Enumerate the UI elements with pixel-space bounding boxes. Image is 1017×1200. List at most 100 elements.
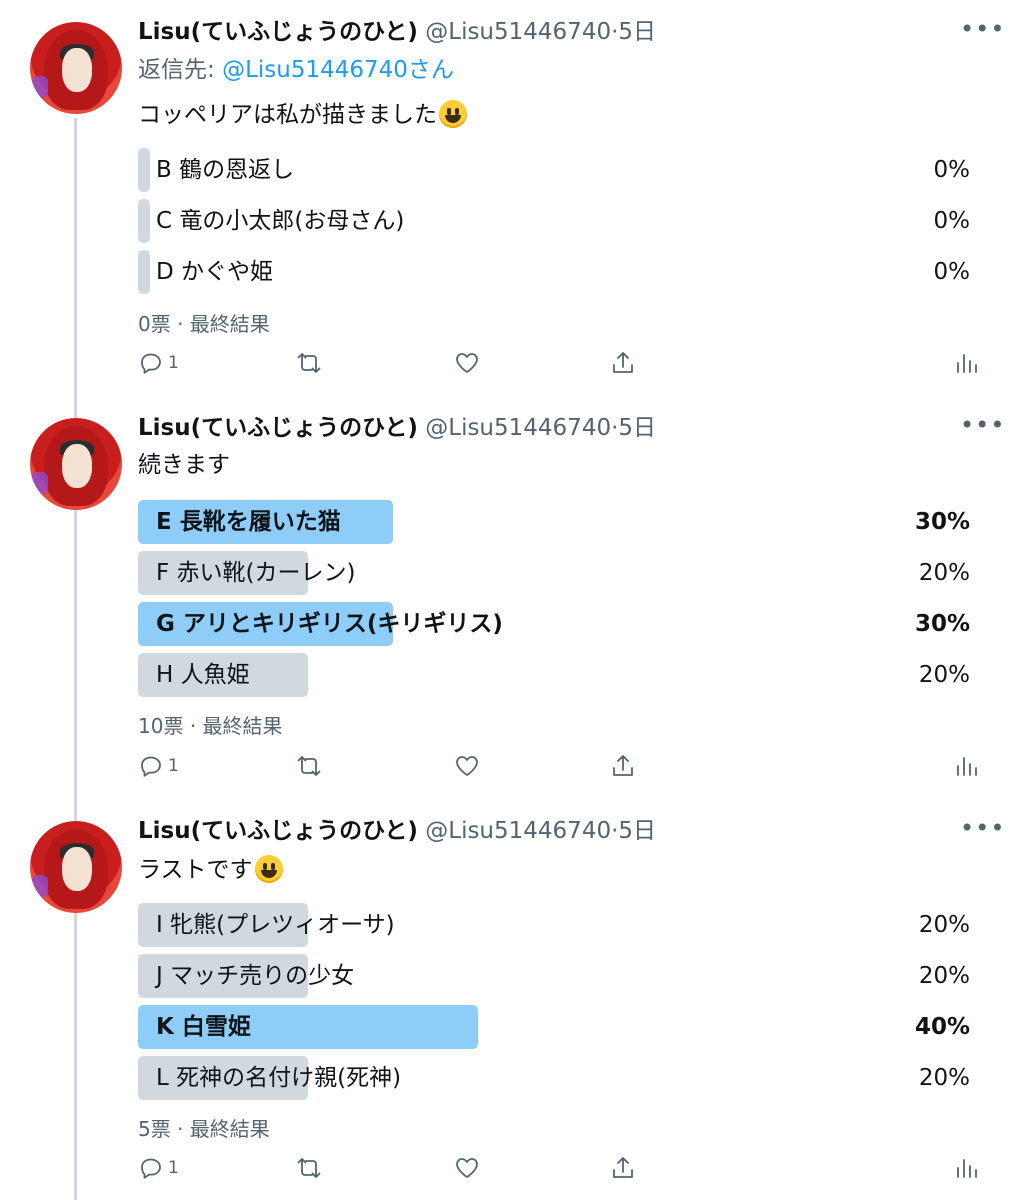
retweet-button[interactable]	[296, 1148, 322, 1188]
poll-option-percent: 40%	[914, 1014, 970, 1040]
poll-bar	[138, 148, 150, 192]
action-bar: 1	[138, 343, 988, 383]
tweet-header: Lisu(ていふじょうのひと) @Lisu51446740·5日	[138, 12, 656, 52]
retweet-icon	[297, 756, 321, 776]
author-name[interactable]: Lisu(ていふじょうのひと)	[138, 818, 418, 844]
reply-button[interactable]: 1	[138, 1148, 179, 1188]
retweet-button[interactable]	[296, 343, 322, 383]
reply-icon	[141, 756, 161, 777]
poll-option-percent: 30%	[914, 611, 970, 637]
like-button[interactable]	[454, 1148, 480, 1188]
poll-option-label: H 人魚姫	[156, 662, 250, 688]
tweet-text-content: コッペリアは私が描きました	[138, 102, 437, 128]
analytics-button[interactable]	[953, 746, 979, 786]
share-icon	[613, 755, 633, 776]
analytics-button[interactable]	[953, 343, 979, 383]
poll-option: K 白雪姫 40%	[138, 1005, 978, 1049]
like-icon	[456, 756, 478, 776]
grinning-face-icon	[254, 855, 283, 883]
poll-meta: 5票 · 最終結果	[138, 1117, 270, 1141]
poll-option: F 赤い靴(カーレン) 20%	[138, 551, 978, 595]
avatar[interactable]	[30, 821, 122, 913]
action-bar: 1	[138, 1148, 988, 1188]
tweet-text-content: ラストです	[138, 857, 253, 883]
retweet-button[interactable]	[296, 746, 322, 786]
poll-meta: 0票 · 最終結果	[138, 312, 270, 336]
avatar[interactable]	[30, 418, 122, 510]
share-button[interactable]	[610, 746, 636, 786]
poll-option: I 牝熊(プレツィオーサ) 20%	[138, 903, 978, 947]
poll: I 牝熊(プレツィオーサ) 20% J マッチ売りの少女 20% K 白雪姫 4…	[138, 903, 978, 1107]
poll-option: D かぐや姫 0%	[138, 250, 978, 294]
poll: B 鶴の恩返し 0% C 竜の小太郎(お母さん) 0% D かぐや姫 0%	[138, 148, 978, 301]
analytics-icon	[957, 1159, 977, 1178]
reply-icon	[141, 1158, 161, 1179]
timestamp[interactable]: 5日	[618, 19, 656, 45]
poll-option-label: K 白雪姫	[156, 1014, 251, 1040]
poll-option-percent: 0%	[933, 157, 971, 183]
poll-option-percent: 20%	[918, 963, 970, 989]
poll-option-percent: 20%	[918, 560, 970, 586]
more-icon[interactable]: •••	[960, 12, 1004, 52]
more-icon[interactable]: •••	[960, 811, 1004, 851]
reply-count: 1	[168, 756, 179, 776]
timestamp[interactable]: 5日	[618, 415, 656, 441]
tweet-text-content: 続きます	[138, 452, 230, 478]
grinning-face-icon	[439, 100, 467, 128]
author-name[interactable]: Lisu(ていふじょうのひと)	[138, 19, 418, 45]
tweet-header: Lisu(ていふじょうのひと) @Lisu51446740·5日	[138, 408, 656, 448]
retweet-icon	[297, 1158, 321, 1178]
poll-option-label: G アリとキリギリス(キリギリス)	[156, 611, 503, 637]
poll-bar	[138, 250, 150, 294]
poll-option: L 死神の名付け親(死神) 20%	[138, 1056, 978, 1100]
reply-to-link[interactable]: @Lisu51446740さん	[222, 57, 454, 83]
reply-button[interactable]: 1	[138, 746, 179, 786]
author-name[interactable]: Lisu(ていふじょうのひと)	[138, 415, 418, 441]
author-handle[interactable]: @Lisu51446740	[425, 415, 611, 441]
share-icon	[613, 1157, 633, 1178]
retweet-icon	[297, 353, 321, 373]
reply-count: 1	[168, 1158, 179, 1178]
share-button[interactable]	[610, 343, 636, 383]
author-handle[interactable]: @Lisu51446740	[425, 19, 611, 45]
poll-option: E 長靴を履いた猫 30%	[138, 500, 978, 544]
poll-option-percent: 20%	[918, 1065, 970, 1091]
poll-bar	[138, 199, 150, 243]
share-icon	[613, 352, 633, 373]
analytics-icon	[957, 354, 977, 373]
poll-option: H 人魚姫 20%	[138, 653, 978, 697]
poll-option-label: D かぐや姫	[156, 259, 274, 285]
author-handle[interactable]: @Lisu51446740	[425, 818, 611, 844]
analytics-button[interactable]	[953, 1148, 979, 1188]
reply-button[interactable]: 1	[138, 343, 179, 383]
tweet-text: コッペリアは私が描きました	[138, 96, 467, 134]
like-icon	[456, 1158, 478, 1178]
share-button[interactable]	[610, 1148, 636, 1188]
poll-option-percent: 20%	[918, 662, 970, 688]
like-icon	[456, 353, 478, 373]
timestamp[interactable]: 5日	[618, 818, 656, 844]
poll-option: J マッチ売りの少女 20%	[138, 954, 978, 998]
like-button[interactable]	[454, 343, 480, 383]
poll-option: G アリとキリギリス(キリギリス) 30%	[138, 602, 978, 646]
reply-prefix: 返信先:	[138, 57, 223, 83]
more-icon[interactable]: •••	[960, 408, 1004, 448]
tweet-text: ラストです	[138, 851, 283, 889]
avatar[interactable]	[30, 22, 122, 114]
poll-option: B 鶴の恩返し 0%	[138, 148, 978, 192]
poll-option-percent: 0%	[933, 259, 971, 285]
poll-meta: 10票 · 最終結果	[138, 714, 283, 738]
poll-option-label: I 牝熊(プレツィオーサ)	[156, 912, 395, 938]
like-button[interactable]	[454, 746, 480, 786]
poll-option-percent: 0%	[933, 208, 971, 234]
reply-count: 1	[168, 353, 179, 373]
poll-option-label: F 赤い靴(カーレン)	[156, 560, 356, 586]
reply-icon	[141, 353, 161, 374]
poll-option-label: J マッチ売りの少女	[156, 963, 355, 989]
poll-option-label: C 竜の小太郎(お母さん)	[156, 208, 405, 234]
poll-option-label: E 長靴を履いた猫	[156, 509, 341, 535]
analytics-icon	[957, 757, 977, 776]
poll-option-percent: 20%	[918, 912, 970, 938]
poll: E 長靴を履いた猫 30% F 赤い靴(カーレン) 20% G アリとキリギリス…	[138, 500, 978, 704]
poll-option-label: L 死神の名付け親(死神)	[156, 1065, 402, 1091]
